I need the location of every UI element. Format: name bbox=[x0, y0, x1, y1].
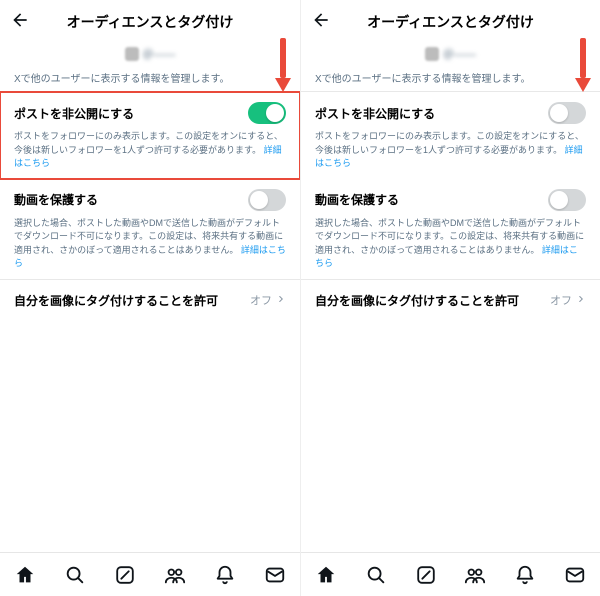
nav-messages[interactable] bbox=[563, 563, 587, 587]
nav-communities[interactable] bbox=[163, 563, 187, 587]
home-icon bbox=[14, 564, 36, 586]
protect-posts-toggle[interactable] bbox=[548, 102, 586, 124]
protect-posts-title: ポストを非公開にする bbox=[14, 105, 134, 122]
bell-icon bbox=[214, 564, 236, 586]
communities-icon bbox=[164, 564, 186, 586]
pane-left: オーディエンスとタグ付け ＠—— Xで他のユーザーに表示する情報を管理します。 … bbox=[0, 0, 300, 596]
back-button[interactable] bbox=[10, 10, 30, 35]
protect-video-desc: 選択した場合、ポストした動画やDMで送信した動画がデフォルトでダウンロード不可に… bbox=[14, 217, 286, 271]
arrow-left-icon bbox=[311, 10, 331, 30]
avatar-icon bbox=[425, 47, 439, 61]
nav-notifications[interactable] bbox=[513, 563, 537, 587]
communities-icon bbox=[464, 564, 486, 586]
protect-video-title: 動画を保護する bbox=[315, 191, 399, 208]
nav-notifications[interactable] bbox=[213, 563, 237, 587]
page-title: オーディエンスとタグ付け bbox=[367, 12, 534, 32]
subtitle-row: ＠—— bbox=[301, 46, 600, 62]
header: オーディエンスとタグ付け bbox=[0, 0, 300, 44]
protect-video-desc: 選択した場合、ポストした動画やDMで送信した動画がデフォルトでダウンロード不可に… bbox=[315, 217, 586, 271]
nav-search[interactable] bbox=[364, 563, 388, 587]
nav-messages[interactable] bbox=[263, 563, 287, 587]
nav-compose[interactable] bbox=[414, 563, 438, 587]
protect-posts-toggle[interactable] bbox=[248, 102, 286, 124]
photo-tagging-value: オフ bbox=[250, 292, 272, 308]
compose-icon bbox=[114, 564, 136, 586]
arrow-left-icon bbox=[10, 10, 30, 30]
section-protect-posts: ポストを非公開にする ポストをフォロワーにのみ表示します。この設定をオンにすると… bbox=[0, 92, 300, 179]
avatar-icon bbox=[125, 47, 139, 61]
photo-tagging-title: 自分を画像にタグ付けすることを許可 bbox=[14, 292, 218, 309]
pane-right: オーディエンスとタグ付け ＠—— Xで他のユーザーに表示する情報を管理します。 … bbox=[300, 0, 600, 596]
page-desc: Xで他のユーザーに表示する情報を管理します。 bbox=[301, 62, 600, 91]
compose-icon bbox=[415, 564, 437, 586]
section-protect-video: 動画を保護する 選択した場合、ポストした動画やDMで送信した動画がデフォルトでダ… bbox=[301, 179, 600, 279]
nav-search[interactable] bbox=[63, 563, 87, 587]
chevron-right-icon bbox=[276, 294, 286, 307]
protect-posts-desc: ポストをフォロワーにのみ表示します。この設定をオンにすると、今後は新しいフォロワ… bbox=[14, 130, 286, 171]
protect-posts-title: ポストを非公開にする bbox=[315, 105, 435, 122]
section-protect-posts: ポストを非公開にする ポストをフォロワーにのみ表示します。この設定をオンにすると… bbox=[301, 92, 600, 179]
back-button[interactable] bbox=[311, 10, 331, 35]
header-username: ＠—— bbox=[443, 46, 476, 62]
section-photo-tagging[interactable]: 自分を画像にタグ付けすることを許可 オフ bbox=[0, 280, 300, 321]
search-icon bbox=[64, 564, 86, 586]
mail-icon bbox=[564, 564, 586, 586]
nav-communities[interactable] bbox=[463, 563, 487, 587]
search-icon bbox=[365, 564, 387, 586]
page-title: オーディエンスとタグ付け bbox=[67, 12, 234, 32]
header: オーディエンスとタグ付け bbox=[301, 0, 600, 44]
photo-tagging-title: 自分を画像にタグ付けすることを許可 bbox=[315, 292, 519, 309]
page-desc: Xで他のユーザーに表示する情報を管理します。 bbox=[0, 62, 300, 91]
bottom-nav bbox=[301, 552, 600, 596]
nav-compose[interactable] bbox=[113, 563, 137, 587]
bell-icon bbox=[514, 564, 536, 586]
photo-tagging-value: オフ bbox=[550, 292, 572, 308]
bottom-nav bbox=[0, 552, 300, 596]
protect-posts-desc: ポストをフォロワーにのみ表示します。この設定をオンにすると、今後は新しいフォロワ… bbox=[315, 130, 586, 171]
chevron-right-icon bbox=[576, 294, 586, 307]
mail-icon bbox=[264, 564, 286, 586]
section-protect-video: 動画を保護する 選択した場合、ポストした動画やDMで送信した動画がデフォルトでダ… bbox=[0, 179, 300, 279]
home-icon bbox=[315, 564, 337, 586]
subtitle-row: ＠—— bbox=[0, 46, 300, 62]
nav-home[interactable] bbox=[13, 563, 37, 587]
section-photo-tagging[interactable]: 自分を画像にタグ付けすることを許可 オフ bbox=[301, 280, 600, 321]
protect-video-toggle[interactable] bbox=[548, 189, 586, 211]
header-username: ＠—— bbox=[143, 46, 176, 62]
protect-video-toggle[interactable] bbox=[248, 189, 286, 211]
protect-video-title: 動画を保護する bbox=[14, 191, 98, 208]
nav-home[interactable] bbox=[314, 563, 338, 587]
